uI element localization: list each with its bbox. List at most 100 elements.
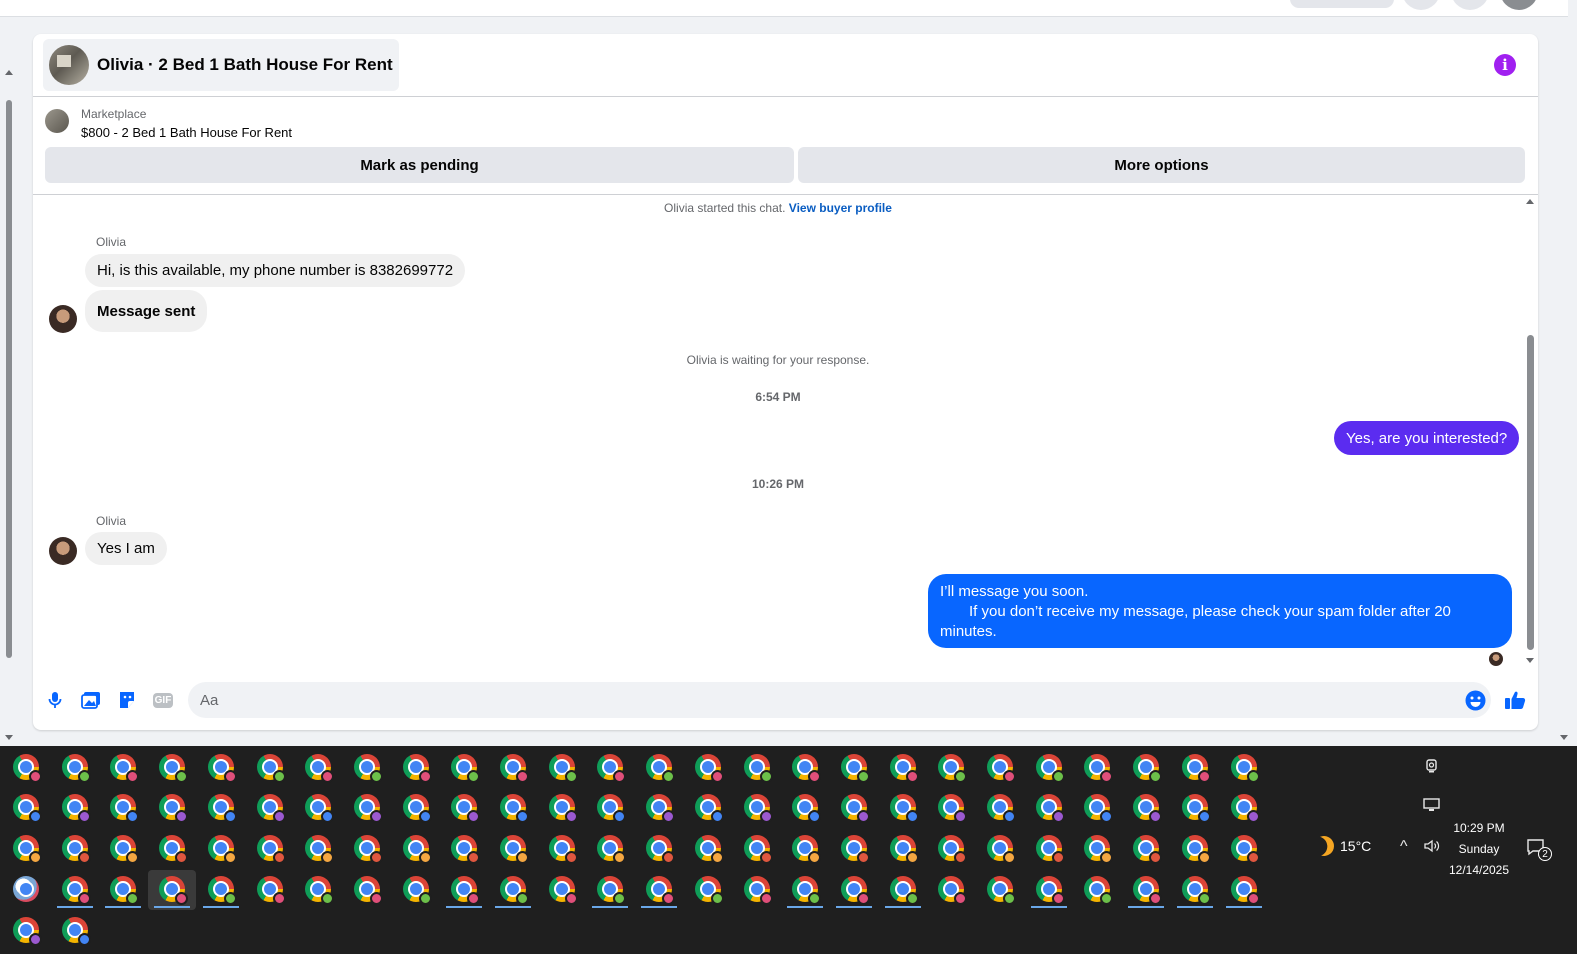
chrome-browser-icon[interactable] [61,917,91,946]
chrome-browser-icon[interactable] [987,794,1016,823]
chrome-browser-icon[interactable] [646,835,676,864]
chrome-browser-icon[interactable] [61,794,91,823]
chrome-browser-icon[interactable] [597,835,627,864]
chrome-browser-icon[interactable] [743,794,773,823]
chrome-browser-icon[interactable] [597,876,627,905]
emoji-icon[interactable] [1464,689,1486,711]
incoming-message[interactable]: Hi, is this available, my phone number i… [85,254,466,287]
chrome-browser-icon[interactable] [987,754,1016,783]
chrome-browser-icon[interactable] [548,754,578,783]
chrome-browser-icon[interactable] [110,876,140,905]
scroll-up-arrow-icon[interactable] [5,70,13,75]
chrome-browser-icon[interactable] [500,754,529,783]
chrome-browser-icon[interactable] [1230,794,1260,823]
top-search-pill[interactable] [1290,0,1394,8]
chrome-browser-icon[interactable] [256,794,286,823]
menu-button[interactable] [1402,0,1440,10]
chrome-browser-icon[interactable] [1230,876,1260,905]
sticker-icon[interactable] [116,689,138,711]
chrome-browser-icon[interactable] [548,794,578,823]
chrome-browser-icon[interactable] [159,876,189,905]
info-icon[interactable]: i [1494,54,1516,76]
microphone-icon[interactable] [44,689,66,711]
chrome-browser-icon[interactable] [548,835,578,864]
chrome-browser-icon[interactable] [61,835,91,864]
chrome-browser-icon[interactable] [646,794,676,823]
chrome-browser-icon[interactable] [1230,754,1260,783]
chrome-browser-icon[interactable] [500,835,529,864]
scroll-up-arrow-icon[interactable] [1526,199,1534,204]
weather-widget[interactable]: 15°C [1314,836,1371,856]
chrome-browser-icon[interactable] [1035,876,1065,905]
chrome-browser-icon[interactable] [402,835,432,864]
chrome-browser-icon[interactable] [1084,876,1114,905]
chrome-browser-icon[interactable] [207,835,237,864]
thumbs-up-icon[interactable] [1504,689,1526,711]
chrome-browser-icon[interactable] [987,835,1016,864]
chrome-browser-icon[interactable] [353,835,383,864]
chrome-browser-icon[interactable] [305,794,335,823]
chrome-browser-icon[interactable] [792,835,822,864]
chrome-browser-icon[interactable] [451,794,481,823]
chrome-browser-icon[interactable] [13,794,42,823]
chrome-browser-icon[interactable] [1084,754,1114,783]
gif-icon[interactable]: GIF [152,689,174,711]
chrome-browser-icon[interactable] [256,754,286,783]
scroll-down-arrow-icon[interactable] [1526,658,1534,663]
image-icon[interactable] [80,689,102,711]
chrome-browser-icon[interactable] [1035,754,1065,783]
chrome-browser-icon[interactable] [743,835,773,864]
messages-scrollbar-thumb[interactable] [1527,335,1534,650]
chrome-browser-icon[interactable] [1133,794,1163,823]
chrome-browser-icon[interactable] [743,876,773,905]
paint-app-icon[interactable] [13,876,39,902]
chrome-browser-icon[interactable] [1084,794,1114,823]
more-options-button[interactable]: More options [798,147,1525,183]
scroll-down-arrow-icon[interactable] [1560,735,1568,740]
chrome-browser-icon[interactable] [597,754,627,783]
chrome-browser-icon[interactable] [1181,754,1211,783]
profile-avatar-button[interactable] [1500,0,1538,10]
sender-avatar[interactable] [49,305,77,333]
chrome-browser-icon[interactable] [500,876,529,905]
chrome-browser-icon[interactable] [451,835,481,864]
messenger-button[interactable] [1451,0,1489,10]
scroll-down-arrow-icon[interactable] [5,735,13,740]
chrome-browser-icon[interactable] [1133,876,1163,905]
chrome-browser-icon[interactable] [792,876,822,905]
chrome-browser-icon[interactable] [207,876,237,905]
incoming-message[interactable]: Message sent [85,290,208,332]
chrome-browser-icon[interactable] [987,876,1016,905]
chrome-browser-icon[interactable] [1181,794,1211,823]
chrome-browser-icon[interactable] [646,754,676,783]
chrome-browser-icon[interactable] [402,876,432,905]
chrome-browser-icon[interactable] [159,794,189,823]
page-scrollbar-thumb[interactable] [6,100,12,658]
chrome-browser-icon[interactable] [889,876,919,905]
chrome-browser-icon[interactable] [256,876,286,905]
camera-icon[interactable] [1425,758,1439,777]
page-scrollbar[interactable] [0,17,18,747]
chrome-browser-icon[interactable] [694,835,724,864]
chrome-browser-icon[interactable] [13,835,42,864]
chrome-browser-icon[interactable] [792,754,822,783]
chrome-browser-icon[interactable] [61,876,91,905]
chrome-browser-icon[interactable] [1181,876,1211,905]
chrome-browser-icon[interactable] [1035,835,1065,864]
clock[interactable]: 10:29 PM Sunday 12/14/2025 [1440,818,1518,881]
chrome-browser-icon[interactable] [1133,754,1163,783]
chrome-browser-icon[interactable] [500,794,529,823]
chevron-up-icon[interactable]: ^ [1400,838,1408,856]
chrome-browser-icon[interactable] [792,794,822,823]
sender-avatar[interactable] [49,537,77,565]
chrome-browser-icon[interactable] [207,794,237,823]
outgoing-message[interactable]: Yes, are you interested? [1334,421,1520,455]
listing-title[interactable]: $800 - 2 Bed 1 Bath House For Rent [81,125,292,140]
chrome-browser-icon[interactable] [694,754,724,783]
mark-as-pending-button[interactable]: Mark as pending [45,147,794,183]
chrome-browser-icon[interactable] [110,794,140,823]
message-input[interactable] [188,682,1491,718]
chrome-browser-icon[interactable] [1084,835,1114,864]
listing-thumbnail[interactable] [45,109,69,133]
chrome-browser-icon[interactable] [889,835,919,864]
